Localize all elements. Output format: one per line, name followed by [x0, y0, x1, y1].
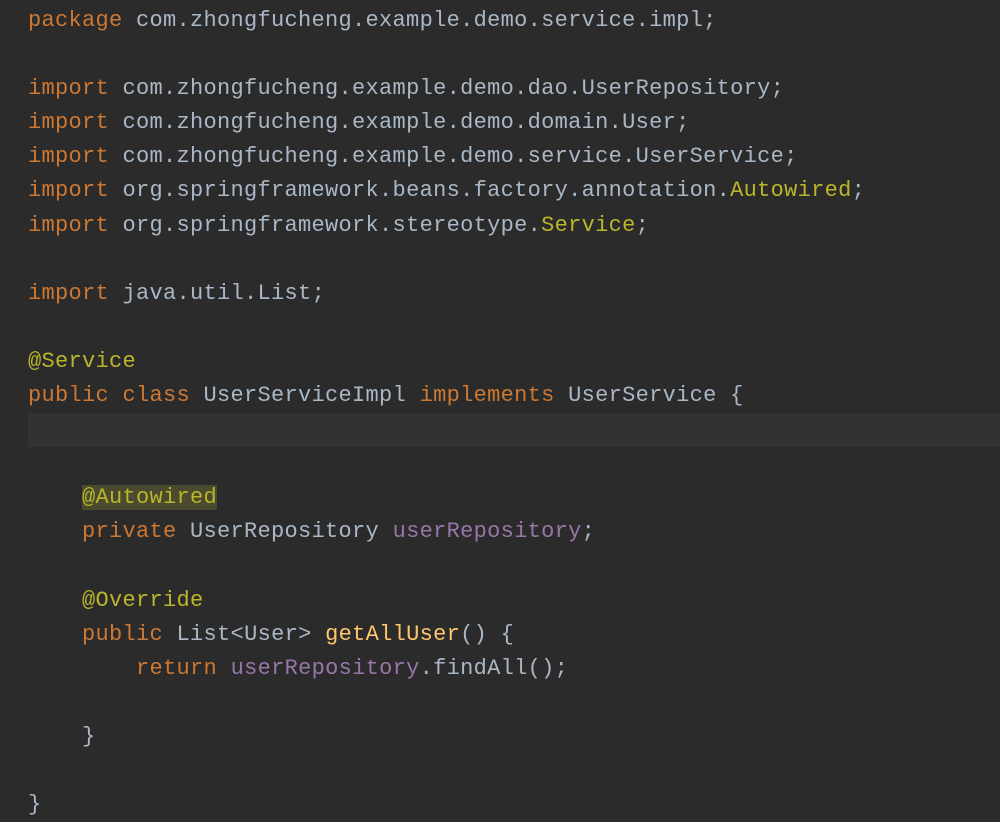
field-name: userRepository	[393, 519, 582, 544]
dot: .	[420, 656, 434, 681]
code-line-package: package com.zhongfucheng.example.demo.se…	[28, 8, 717, 33]
code-editor[interactable]: package com.zhongfucheng.example.demo.se…	[0, 4, 1000, 822]
keyword-import: import	[28, 281, 109, 306]
import-path: com.zhongfucheng.example.demo.dao.UserRe…	[109, 76, 771, 101]
keyword-import: import	[28, 110, 109, 135]
semicolon: ;	[312, 281, 326, 306]
brace-close: }	[28, 792, 42, 817]
code-line-import: import org.springframework.stereotype.Se…	[28, 213, 649, 238]
params: ()	[460, 622, 501, 647]
code-line-annotation: @Service	[28, 349, 136, 374]
keyword-import: import	[28, 178, 109, 203]
keyword-public: public	[28, 383, 109, 408]
import-path: org.springframework.beans.factory.annota…	[109, 178, 730, 203]
code-line-brace: }	[28, 792, 42, 817]
indent	[28, 724, 82, 749]
keyword-public: public	[82, 622, 163, 647]
keyword-import: import	[28, 213, 109, 238]
keyword-return: return	[136, 656, 217, 681]
class-name: UserServiceImpl	[190, 383, 420, 408]
interface-name: UserService	[555, 383, 731, 408]
field-ref: userRepository	[231, 656, 420, 681]
indent	[28, 588, 82, 613]
type-list: List	[163, 622, 231, 647]
brace-close: }	[82, 724, 96, 749]
code-line-import: import org.springframework.beans.factory…	[28, 178, 865, 203]
space	[217, 656, 231, 681]
code-line-import: import com.zhongfucheng.example.demo.dao…	[28, 76, 784, 101]
code-line-import: import com.zhongfucheng.example.demo.dom…	[28, 110, 690, 135]
method-call: findAll	[433, 656, 528, 681]
import-path: org.springframework.stereotype.	[109, 213, 541, 238]
angle-close: >	[298, 622, 312, 647]
code-line-return: return userRepository.findAll();	[28, 656, 568, 681]
semicolon: ;	[636, 213, 650, 238]
keyword-import: import	[28, 144, 109, 169]
space	[312, 622, 326, 647]
type-user: User	[244, 622, 298, 647]
semicolon: ;	[771, 76, 785, 101]
method-name: getAllUser	[325, 622, 460, 647]
semicolon: ;	[703, 8, 717, 33]
annotation-override: @Override	[82, 588, 204, 613]
cursor-line-highlight	[28, 413, 1000, 447]
semicolon: ;	[582, 519, 596, 544]
import-path: com.zhongfucheng.example.demo.domain.Use…	[109, 110, 676, 135]
indent	[28, 622, 82, 647]
class-service: Service	[541, 213, 636, 238]
brace-open: {	[501, 622, 515, 647]
import-path: com.zhongfucheng.example.demo.service.Us…	[109, 144, 784, 169]
code-line-brace: }	[28, 724, 96, 749]
keyword-implements: implements	[420, 383, 555, 408]
indent	[28, 519, 82, 544]
code-line-class-decl: public class UserServiceImpl implements …	[28, 383, 744, 408]
keyword-package: package	[28, 8, 123, 33]
keyword-class: class	[109, 383, 190, 408]
code-line-import: import java.util.List;	[28, 281, 325, 306]
call-end: ();	[528, 656, 569, 681]
package-path: com.zhongfucheng.example.demo.service.im…	[123, 8, 704, 33]
indent	[28, 485, 82, 510]
keyword-private: private	[82, 519, 177, 544]
semicolon: ;	[784, 144, 798, 169]
class-autowired: Autowired	[730, 178, 852, 203]
semicolon: ;	[852, 178, 866, 203]
code-line-method-decl: public List<User> getAllUser() {	[28, 622, 514, 647]
code-line-annotation: @Autowired	[28, 485, 217, 510]
code-line-import: import com.zhongfucheng.example.demo.ser…	[28, 144, 798, 169]
angle-open: <	[231, 622, 245, 647]
type-name: UserRepository	[177, 519, 393, 544]
keyword-import: import	[28, 76, 109, 101]
annotation-service: @Service	[28, 349, 136, 374]
indent	[28, 656, 136, 681]
code-line-field: private UserRepository userRepository;	[28, 519, 595, 544]
import-path: java.util.List	[109, 281, 312, 306]
semicolon: ;	[676, 110, 690, 135]
annotation-autowired: @Autowired	[82, 485, 217, 510]
code-line-annotation: @Override	[28, 588, 204, 613]
brace-open: {	[730, 383, 744, 408]
